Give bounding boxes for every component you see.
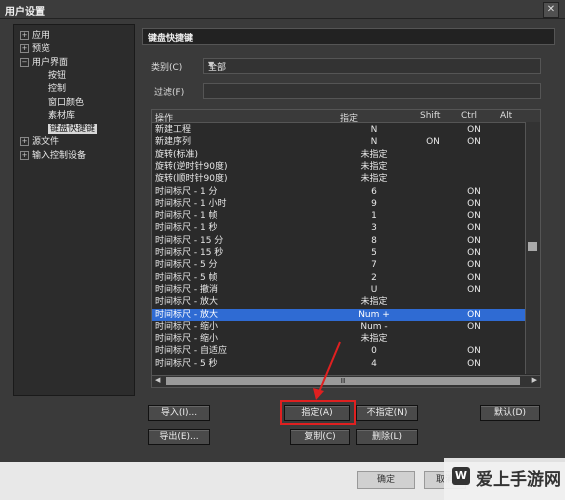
watermark-logo-icon: W: [452, 467, 470, 485]
ok-button[interactable]: 确定: [357, 471, 415, 489]
annotation-arrow: [313, 341, 341, 400]
watermark-text: 爱上手游网: [476, 470, 561, 490]
watermark: W 爱上手游网: [444, 458, 565, 500]
